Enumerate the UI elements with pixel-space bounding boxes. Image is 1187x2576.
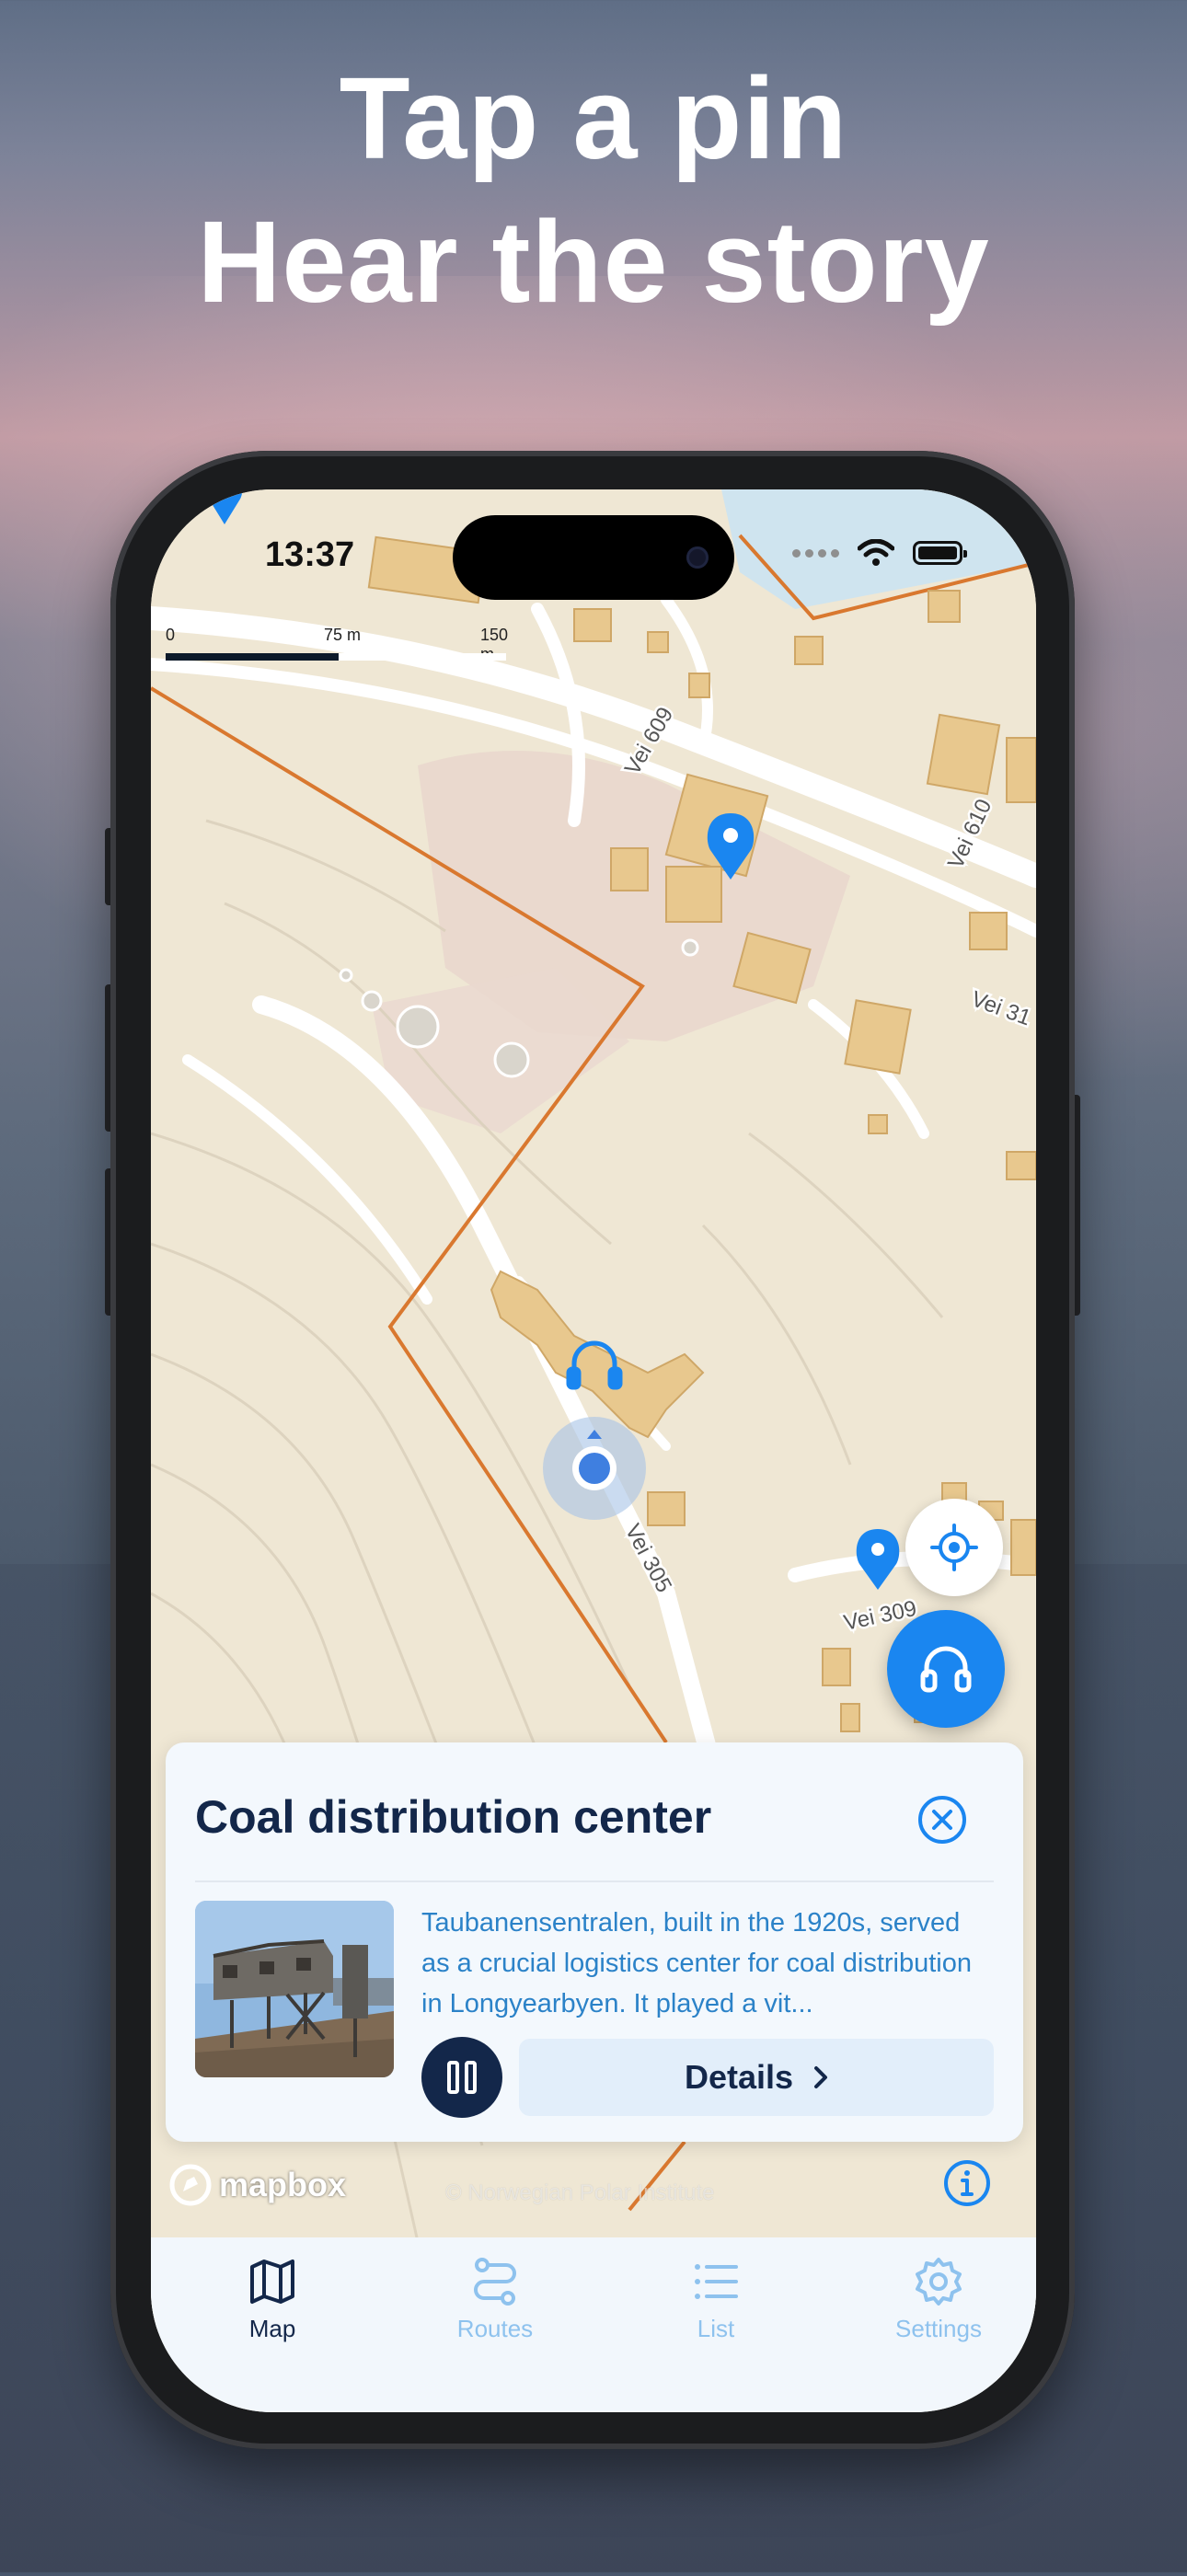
pause-button[interactable] xyxy=(421,2037,502,2118)
status-icons xyxy=(792,539,967,567)
info-icon[interactable] xyxy=(942,2158,992,2208)
phone-screen: Vei 609 Vei 610 Vei 31 Vei 305 Vei 309 1… xyxy=(151,489,1036,2412)
headphones-icon xyxy=(920,1646,972,1693)
tab-map[interactable]: Map xyxy=(180,2256,364,2343)
mapbox-mark-icon xyxy=(169,2164,212,2206)
tab-list[interactable]: List xyxy=(624,2256,808,2343)
map-icon xyxy=(250,2260,294,2304)
pause-icon xyxy=(447,2061,477,2094)
status-time: 13:37 xyxy=(265,535,355,574)
list-icon xyxy=(695,2264,738,2299)
map-attribution[interactable]: © Norwegian Polar Institute xyxy=(445,2180,715,2206)
tab-map-label: Map xyxy=(248,2315,296,2342)
gear-icon xyxy=(916,2258,962,2306)
user-location-icon xyxy=(543,1417,646,1520)
headline-line-2: Hear the story xyxy=(197,197,990,327)
tab-settings-label: Settings xyxy=(895,2315,982,2342)
battery-icon xyxy=(913,541,967,565)
tab-routes-label: Routes xyxy=(456,2315,534,2342)
poi-detail-card: Coal distribution center Taubanensentral… xyxy=(166,1742,1023,2142)
details-button[interactable]: Details xyxy=(519,2039,994,2116)
scale-label-zero: 0 xyxy=(166,626,176,644)
tab-list-label: List xyxy=(697,2315,735,2342)
headline-line-1: Tap a pin xyxy=(339,53,848,183)
poi-photo xyxy=(195,1901,394,2077)
cellular-signal-icon xyxy=(792,548,839,558)
poi-description: Taubanensentralen, built in the 1920s, s… xyxy=(421,1908,972,2018)
chevron-right-icon xyxy=(814,2066,828,2088)
mapbox-wordmark: mapbox xyxy=(219,2166,347,2203)
tab-routes[interactable]: Routes xyxy=(403,2256,587,2343)
routes-icon xyxy=(474,2258,516,2306)
poi-title: Coal distribution center xyxy=(195,1791,712,1843)
locate-me-button[interactable] xyxy=(905,1499,1003,1596)
audio-guide-button[interactable] xyxy=(887,1610,1005,1728)
tab-settings[interactable]: Settings xyxy=(847,2256,1031,2343)
wifi-icon xyxy=(858,539,894,566)
dynamic-island xyxy=(453,515,734,600)
close-icon[interactable] xyxy=(916,1794,968,1846)
scale-label-mid: 75 m xyxy=(324,626,362,644)
mapbox-logo: mapbox xyxy=(169,2164,346,2206)
crosshair-icon xyxy=(930,1524,978,1571)
tab-bar: Map Routes List Settings xyxy=(151,2237,1036,2412)
map-scale-bar: 0 75 m 150 m xyxy=(166,626,515,663)
details-label: Details xyxy=(684,2058,794,2096)
card-divider xyxy=(195,1880,994,1882)
